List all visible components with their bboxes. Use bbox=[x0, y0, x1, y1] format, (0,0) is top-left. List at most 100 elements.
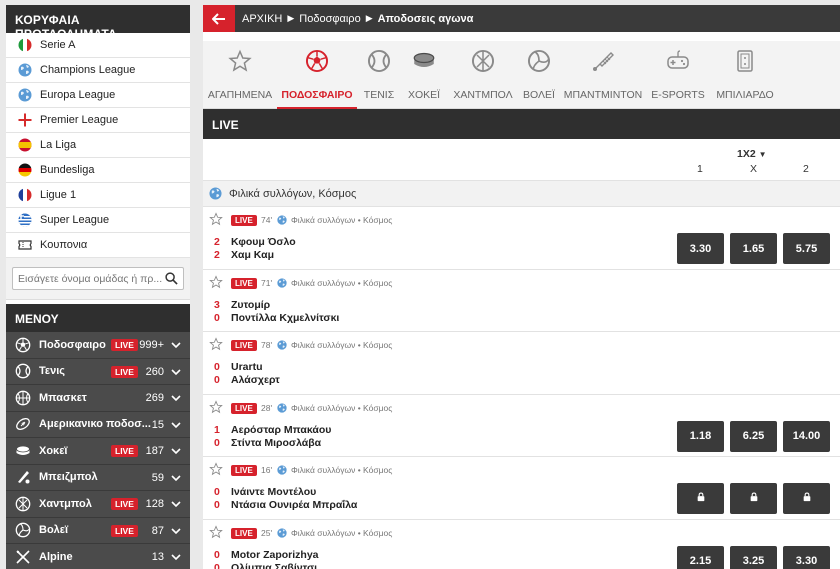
away-team[interactable]: Ολίμπια Σαβίντσι bbox=[231, 562, 317, 569]
event-row[interactable]: LIVE 28' Φιλικά συλλόγων • Κόσμος 1 Αερόσταρ… bbox=[203, 394, 840, 457]
locked-odd-button bbox=[783, 483, 830, 514]
event-row[interactable]: LIVE 74' Φιλικά συλλόγων • Κόσμος 2 Κφουμ Όσ… bbox=[203, 207, 840, 270]
odd-button[interactable]: 1.18 bbox=[677, 420, 724, 452]
sport-item[interactable]: Ποδοσφαιρο LIVE 999+ bbox=[6, 332, 190, 359]
tab-star[interactable]: ΑΓΑΠΗΜΕΝΑ bbox=[203, 41, 277, 109]
breadcrumb-current: Αποδοσεις αγωνα bbox=[377, 12, 474, 25]
event-row[interactable]: LIVE 16' Φιλικά συλλόγων • Κόσμος 0 Ινάιντε … bbox=[203, 457, 840, 520]
live-badge: LIVE bbox=[111, 445, 138, 457]
star-icon[interactable] bbox=[209, 399, 223, 414]
live-badge: LIVE bbox=[231, 215, 257, 226]
chevron-down-icon[interactable] bbox=[171, 499, 181, 509]
league-item[interactable]: Super League bbox=[6, 208, 190, 233]
tab-badminton[interactable]: ΜΠΑΝΤΜΙΝΤΟΝ bbox=[559, 41, 647, 109]
league-item[interactable]: La Liga bbox=[6, 133, 190, 158]
market-selector[interactable]: 1X2 ▼ bbox=[737, 148, 767, 160]
chevron-down-icon[interactable] bbox=[171, 526, 181, 536]
league-item[interactable]: Champions League bbox=[6, 58, 190, 83]
sport-label: Χοκεϊ bbox=[39, 444, 68, 457]
star-icon[interactable] bbox=[209, 337, 223, 351]
away-team[interactable]: Χαμ Καμ bbox=[231, 249, 274, 261]
league-label: Κουπονια bbox=[40, 239, 88, 251]
tab-hockey[interactable]: ΧΟΚΕΪ bbox=[401, 41, 447, 109]
sport-item[interactable]: Βολεϊ LIVE 87 bbox=[6, 517, 190, 544]
odd-button[interactable]: 3.30 bbox=[783, 545, 830, 569]
home-team[interactable]: Αερόσταρ Μπακάου bbox=[231, 424, 331, 436]
league-item[interactable]: Premier League bbox=[6, 108, 190, 133]
tab-gamepad[interactable]: E-SPORTS bbox=[647, 41, 709, 109]
home-team[interactable]: Motor Zaporizhya bbox=[231, 549, 319, 561]
home-team[interactable]: Ζυτομίρ bbox=[231, 299, 270, 311]
breadcrumb-sport[interactable]: Ποδοσφαιρο bbox=[299, 13, 360, 25]
odd-button[interactable]: 1.65 bbox=[730, 233, 777, 264]
tab-tennis[interactable]: ΤΕΝΙΣ bbox=[357, 41, 401, 109]
star-icon[interactable] bbox=[209, 462, 223, 476]
away-team[interactable]: Στίντα Μιροσλάβα bbox=[231, 437, 321, 449]
event-row[interactable]: LIVE 71' Φιλικά συλλόγων • Κόσμος 3 Ζυτομίρ 0… bbox=[203, 269, 840, 332]
breadcrumb: ΑΡΧΙΚΗ ▶ Ποδοσφαιρο ▶ Αποδοσεις αγωνα bbox=[203, 5, 840, 32]
handball-icon bbox=[15, 496, 31, 512]
sport-count: 999+ bbox=[139, 339, 164, 351]
main-content: ΑΡΧΙΚΗ ▶ Ποδοσφαιρο ▶ Αποδοσεις αγωνα ΑΓ… bbox=[203, 5, 840, 569]
chevron-down-icon[interactable] bbox=[171, 367, 181, 377]
event-row[interactable]: LIVE 78' Φιλικά συλλόγων • Κόσμος 0 Urartu 0 Α… bbox=[203, 332, 840, 395]
home-team[interactable]: Ινάιντε Μοντέλου bbox=[231, 486, 316, 498]
sport-item[interactable]: Μπειζμπολ 59 bbox=[6, 464, 190, 491]
search-input[interactable] bbox=[13, 268, 163, 289]
tab-football[interactable]: ΠΟΔΟΣΦΑΙΡΟ bbox=[277, 41, 357, 109]
odd-button[interactable]: 14.00 bbox=[783, 420, 830, 452]
odd-button[interactable]: 3.25 bbox=[730, 545, 777, 569]
league-label: Europa League bbox=[40, 89, 116, 101]
odd-button[interactable]: 6.25 bbox=[730, 420, 777, 452]
star-icon[interactable] bbox=[209, 524, 223, 539]
league-item[interactable]: Ligue 1 bbox=[6, 183, 190, 208]
arrow-left-icon bbox=[212, 12, 225, 25]
back-button[interactable] bbox=[203, 5, 235, 32]
league-item[interactable]: Bundesliga bbox=[6, 158, 190, 183]
handball-icon bbox=[471, 49, 495, 73]
breadcrumb-separator-icon: ▶ bbox=[365, 13, 373, 23]
chevron-down-icon[interactable] bbox=[171, 473, 181, 483]
league-item[interactable]: Europa League bbox=[6, 83, 190, 108]
home-team[interactable]: Urartu bbox=[231, 361, 263, 373]
away-team[interactable]: Ποντίλλα Κχμελνίτσκι bbox=[231, 312, 339, 324]
search-area bbox=[6, 258, 190, 300]
league-item[interactable]: Κουπονια bbox=[6, 233, 190, 258]
sport-item[interactable]: Alpine 13 bbox=[6, 544, 190, 569]
globe-icon bbox=[277, 277, 287, 288]
sport-item[interactable]: Αμερικανικο ποδοσ... 15 bbox=[6, 411, 190, 438]
sport-count: 260 bbox=[145, 365, 164, 378]
chevron-down-icon[interactable] bbox=[171, 340, 181, 350]
star-icon[interactable] bbox=[209, 212, 223, 226]
chevron-down-icon[interactable] bbox=[171, 552, 181, 562]
live-badge: LIVE bbox=[231, 465, 257, 476]
star-icon[interactable] bbox=[209, 274, 223, 289]
tab-volleyball[interactable]: ΒΟΛΕΪ bbox=[519, 41, 559, 109]
away-score: 0 bbox=[214, 499, 220, 511]
away-score: 0 bbox=[214, 436, 220, 449]
away-team[interactable]: Ντάσια Ουνιρέα Μπραΐλα bbox=[231, 499, 357, 511]
odd-button[interactable]: 5.75 bbox=[783, 233, 830, 264]
tab-billiards[interactable]: ΜΠΙΛΙΑΡΔΟ bbox=[709, 41, 781, 109]
breadcrumb-home[interactable]: ΑΡΧΙΚΗ bbox=[242, 13, 282, 25]
home-score: 0 bbox=[214, 548, 220, 561]
chevron-down-icon[interactable] bbox=[171, 446, 181, 456]
live-badge: LIVE bbox=[231, 402, 257, 414]
sport-item[interactable]: Μπασκετ 269 bbox=[6, 385, 190, 412]
chevron-down-icon[interactable] bbox=[171, 420, 181, 430]
odd-button[interactable]: 2.15 bbox=[677, 545, 724, 569]
home-team[interactable]: Κφουμ Όσλο bbox=[231, 236, 296, 248]
flag-france-icon bbox=[18, 188, 32, 202]
sport-item[interactable]: Τενις LIVE 260 bbox=[6, 358, 190, 385]
search-icon[interactable] bbox=[165, 272, 178, 285]
event-row[interactable]: LIVE 25' Φιλικά συλλόγων • Κόσμος 0 Motor Za… bbox=[203, 519, 840, 569]
sport-item[interactable]: Χοκεϊ LIVE 187 bbox=[6, 438, 190, 465]
sport-item[interactable]: Χαντμπολ LIVE 128 bbox=[6, 491, 190, 518]
sport-label: Μπειζμπολ bbox=[39, 471, 98, 484]
away-team[interactable]: Αλάσχερτ bbox=[231, 374, 280, 386]
market-col-x: X bbox=[750, 163, 758, 175]
odd-button[interactable]: 3.30 bbox=[677, 233, 724, 264]
chevron-down-icon[interactable] bbox=[171, 393, 181, 403]
tab-handball[interactable]: ΧΑΝΤΜΠΟΛ bbox=[447, 41, 519, 109]
competition-header[interactable]: Φιλικά συλλόγων, Κόσμος bbox=[203, 181, 840, 207]
